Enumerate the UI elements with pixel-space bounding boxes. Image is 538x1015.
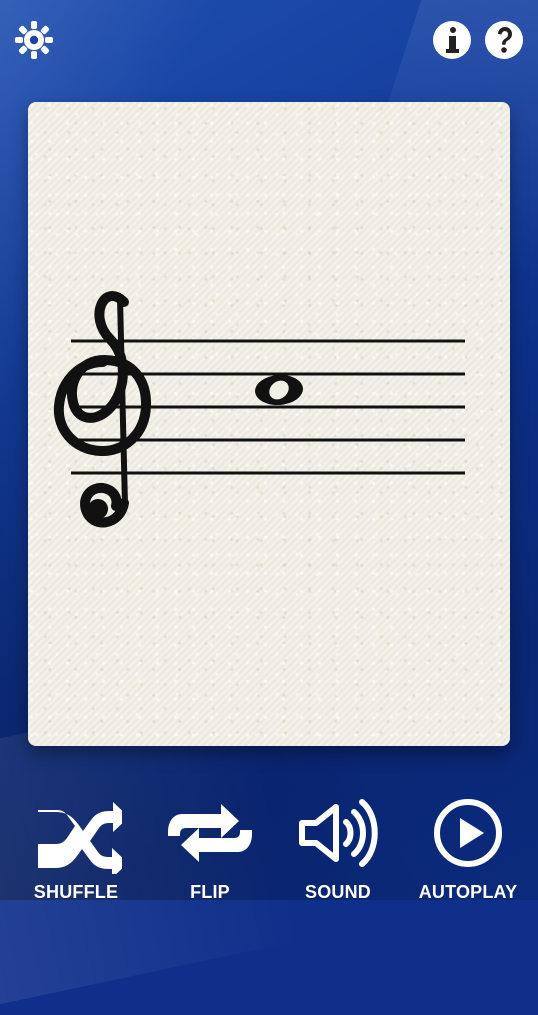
flashcard[interactable] [28, 102, 510, 746]
flip-icon [168, 804, 252, 862]
whole-note-icon [255, 374, 303, 406]
shuffle-button[interactable]: SHUFFLE [16, 792, 136, 902]
play-circle-icon [434, 799, 502, 867]
music-staff [53, 291, 465, 528]
autoplay-button[interactable]: AUTOPLAY [408, 792, 528, 902]
flip-button[interactable]: FLIP [150, 792, 270, 902]
sound-button[interactable]: SOUND [278, 792, 398, 902]
bottom-navigation: SHUFFLE FLIP SOUND AUTOPLAY [0, 780, 538, 902]
settings-icon[interactable] [12, 18, 56, 62]
speaker-icon [299, 799, 378, 867]
shuffle-icon [38, 802, 122, 874]
treble-clef-icon [53, 291, 152, 528]
help-button[interactable] [482, 18, 526, 62]
info-button[interactable] [430, 18, 474, 62]
